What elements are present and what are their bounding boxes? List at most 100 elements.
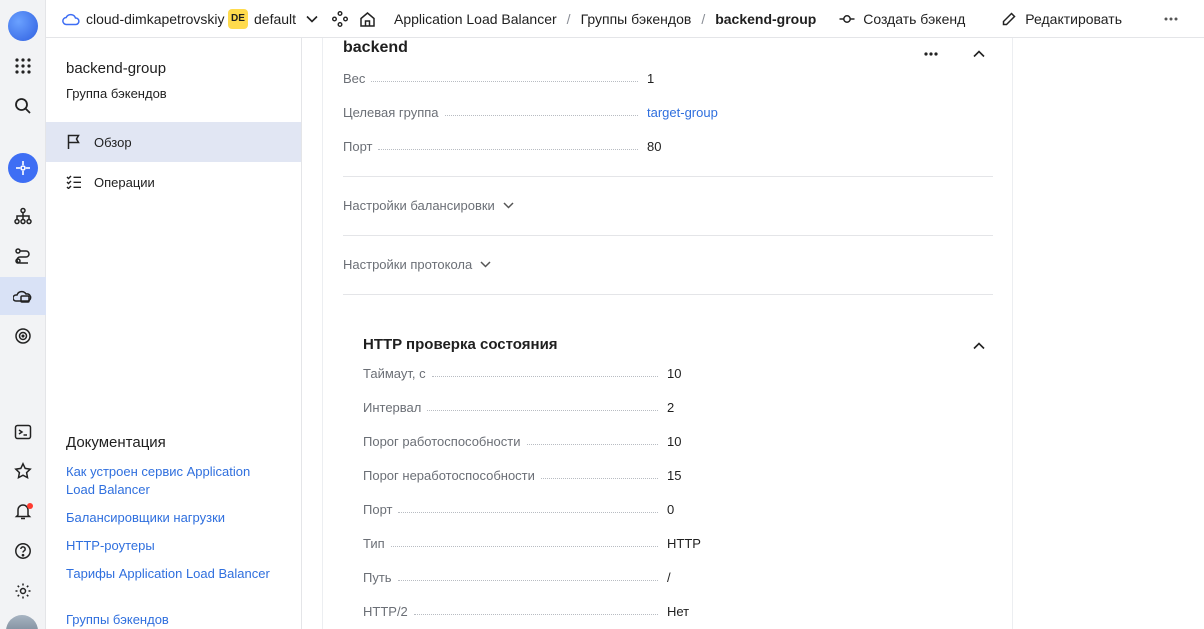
apps-grid-icon[interactable] — [0, 47, 46, 85]
balancing-settings-label: Настройки балансировки — [343, 198, 495, 213]
breadcrumb-alb[interactable]: Application Load Balancer — [394, 11, 557, 27]
service-alb-icon[interactable] — [0, 149, 46, 187]
folder-selector[interactable]: DE default — [228, 8, 318, 29]
search-icon[interactable] — [0, 87, 46, 125]
user-avatar[interactable] — [6, 615, 38, 629]
backend-collapse-chevron-up-icon[interactable] — [969, 44, 989, 64]
nav-overview-label: Обзор — [94, 134, 132, 150]
backend-title: backend — [343, 39, 408, 56]
pencil-icon — [1003, 12, 1016, 26]
cloud-logo-icon[interactable] — [0, 7, 46, 45]
breadcrumb-separator: / — [701, 10, 706, 27]
chevron-down-icon — [503, 202, 514, 209]
folder-name: default — [254, 10, 297, 27]
notifications-icon[interactable] — [0, 492, 46, 530]
nav-operations[interactable]: Операции — [46, 162, 301, 202]
hc-field-path: Путь / — [363, 567, 671, 587]
doc-link-how-it-works[interactable]: Как устроен сервис Application Load Bala… — [66, 463, 276, 499]
backend-card: backend Вес 1 Целевая группа target-grou… — [322, 38, 1013, 629]
create-backend-button[interactable]: Создать бэкенд — [839, 11, 965, 27]
edit-button[interactable]: Редактировать — [1002, 11, 1122, 27]
target-group-link[interactable]: target-group — [647, 105, 718, 120]
doc-link-http-routers[interactable]: HTTP-роутеры — [66, 537, 276, 555]
field-label: Путь — [363, 569, 392, 585]
backend-more-icon[interactable] — [919, 44, 943, 64]
divider — [343, 176, 993, 177]
top-bar: cloud-dimkapetrovskiy DE default Applica… — [46, 0, 1204, 38]
resource-sidebar: backend-group Группа бэкендов Обзор Опер… — [46, 38, 302, 629]
terminal-icon[interactable] — [0, 413, 46, 451]
edit-label: Редактировать — [1025, 11, 1122, 27]
field-label: Порт — [343, 138, 373, 154]
services-hub-icon[interactable] — [332, 10, 348, 27]
field-value: 80 — [647, 138, 662, 154]
divider — [343, 294, 993, 295]
healthcheck-title: HTTP проверка состояния — [363, 336, 558, 353]
hc-field-unhealthy-threshold: Порог неработоспособности 15 — [363, 465, 681, 485]
nav-operations-label: Операции — [94, 174, 155, 190]
breadcrumb-backend-groups[interactable]: Группы бэкендов — [581, 11, 692, 27]
field-value: 0 — [667, 501, 675, 517]
resource-title: backend-group — [66, 60, 167, 77]
home-icon[interactable] — [359, 11, 376, 27]
create-backend-label: Создать бэкенд — [863, 11, 966, 27]
docs-title: Документация — [66, 434, 166, 451]
backend-field-port: Порт 80 — [343, 136, 661, 156]
nav-overview[interactable]: Обзор — [46, 122, 301, 162]
backend-groups-icon[interactable] — [0, 277, 46, 315]
hc-field-http2: HTTP/2 Нет — [363, 601, 689, 621]
breadcrumb-separator: / — [566, 10, 571, 27]
breadcrumb-current: backend-group — [715, 10, 817, 27]
field-value: 2 — [667, 399, 675, 415]
left-rail — [0, 0, 46, 629]
field-label: Вес — [343, 70, 366, 86]
settings-gear-icon[interactable] — [0, 572, 46, 610]
doc-link-backend-groups[interactable]: Группы бэкендов — [66, 611, 276, 629]
field-value: 10 — [667, 365, 682, 381]
field-value: 15 — [667, 467, 682, 483]
field-label: Порог работоспособности — [363, 433, 521, 449]
field-label: Порог неработоспособности — [363, 467, 535, 483]
field-value: 1 — [647, 70, 655, 86]
field-label: Тип — [363, 535, 385, 551]
balancing-settings-toggle[interactable]: Настройки балансировки — [343, 198, 514, 213]
protocol-settings-toggle[interactable]: Настройки протокола — [343, 257, 491, 272]
healthcheck-collapse-chevron-up-icon[interactable] — [969, 336, 989, 356]
folder-badge: DE — [228, 8, 248, 29]
field-label: HTTP/2 — [363, 603, 408, 619]
chevron-down-icon — [480, 261, 491, 268]
hc-field-port: Порт 0 — [363, 499, 674, 519]
field-value: 10 — [667, 433, 682, 449]
cloud-icon — [62, 13, 80, 25]
load-balancers-icon[interactable] — [0, 197, 46, 235]
doc-link-pricing[interactable]: Тарифы Application Load Balancer — [66, 565, 276, 583]
cloud-name: cloud-dimkapetrovskiy — [86, 10, 225, 27]
field-value: / — [667, 569, 671, 585]
hc-field-timeout: Таймаут, с 10 — [363, 363, 681, 383]
field-label: Интервал — [363, 399, 422, 415]
help-icon[interactable] — [0, 532, 46, 570]
field-label: Целевая группа — [343, 104, 439, 120]
notification-badge — [27, 503, 33, 509]
breadcrumb: Application Load Balancer / Группы бэкен… — [394, 11, 816, 27]
cloud-selector[interactable]: cloud-dimkapetrovskiy — [62, 11, 225, 27]
doc-link-load-balancers[interactable]: Балансировщики нагрузки — [66, 509, 276, 527]
backend-field-target-group: Целевая группа target-group — [343, 102, 718, 122]
target-groups-icon[interactable] — [0, 317, 46, 355]
hc-field-interval: Интервал 2 — [363, 397, 674, 417]
field-value: HTTP — [667, 535, 701, 551]
backend-field-weight: Вес 1 — [343, 68, 654, 88]
checklist-icon — [66, 175, 84, 189]
field-label: Таймаут, с — [363, 365, 426, 381]
chevron-down-icon — [306, 15, 318, 23]
more-actions-icon[interactable] — [1164, 17, 1178, 21]
star-icon[interactable] — [0, 452, 46, 490]
resource-type: Группа бэкендов — [66, 86, 167, 101]
field-value: Нет — [667, 603, 690, 619]
flag-icon — [66, 134, 84, 150]
hc-field-type: Тип HTTP — [363, 533, 701, 553]
protocol-settings-label: Настройки протокола — [343, 257, 473, 272]
divider — [343, 235, 993, 236]
routers-icon[interactable] — [0, 237, 46, 275]
hc-field-healthy-threshold: Порог работоспособности 10 — [363, 431, 681, 451]
